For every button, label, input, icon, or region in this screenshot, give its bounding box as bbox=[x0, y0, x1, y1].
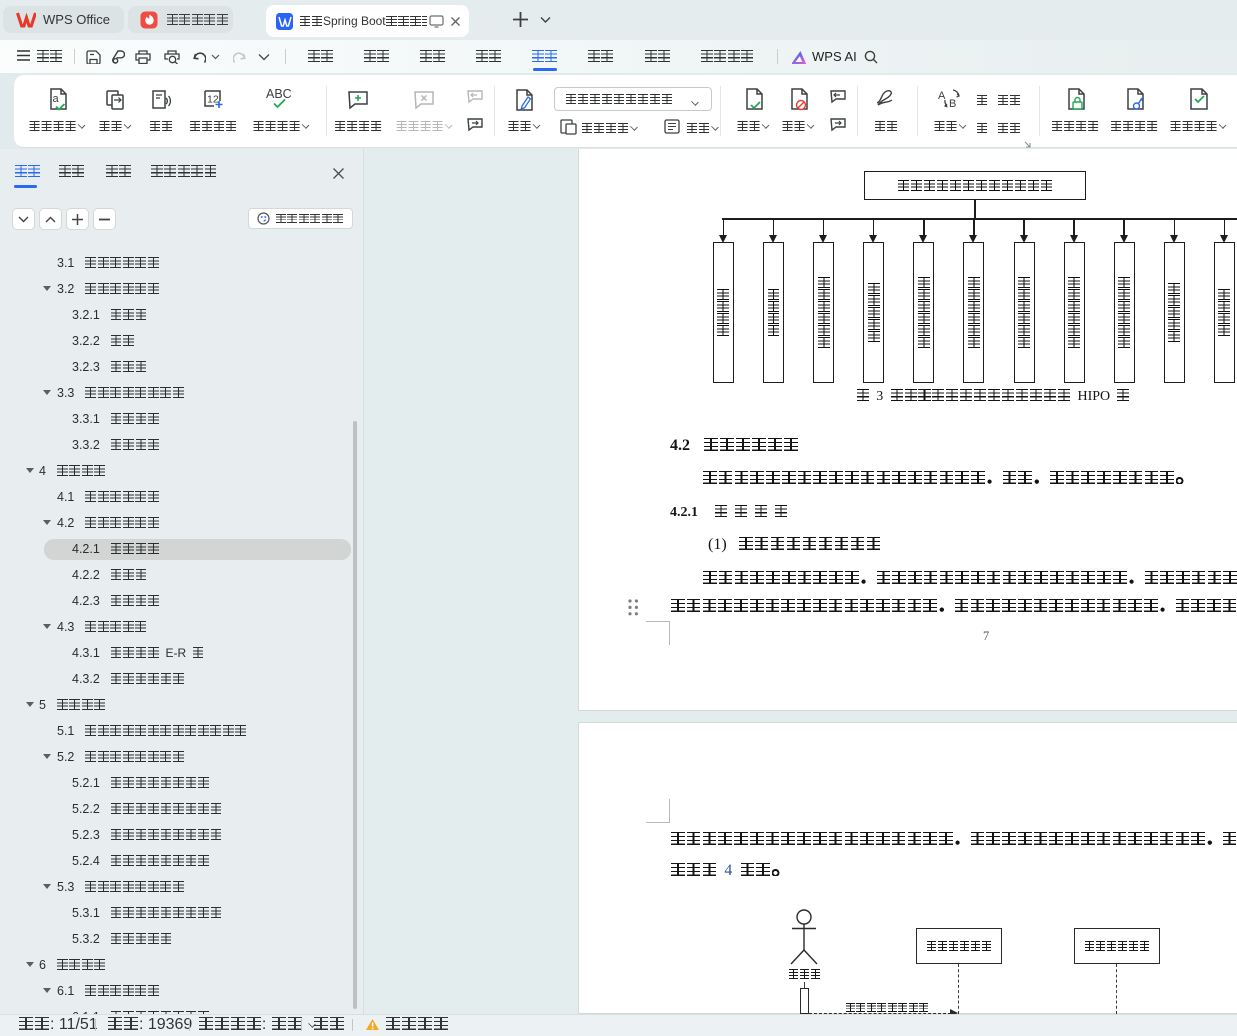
svg-text:12: 12 bbox=[207, 94, 219, 106]
svg-text:B: B bbox=[949, 98, 956, 110]
svg-text:a: a bbox=[53, 93, 60, 105]
svg-text:ABC: ABC bbox=[266, 87, 292, 101]
